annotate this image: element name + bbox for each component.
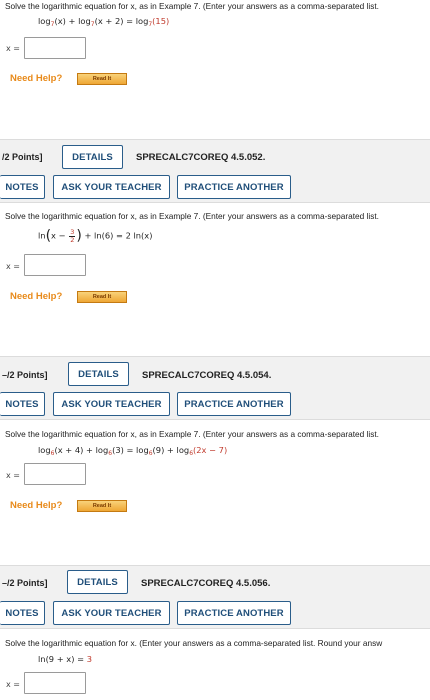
read-it-button[interactable]: Read It [77, 500, 127, 512]
need-help-label: Need Help? [10, 73, 63, 84]
details-button[interactable]: DETAILS [68, 362, 129, 386]
ask-your-teacher-button[interactable]: ASK YOUR TEACHER [53, 392, 170, 416]
question-code: SPRECALC7COREQ 4.5.052. [136, 152, 266, 163]
points-label: –/2 Points] [2, 578, 48, 588]
ask-your-teacher-button[interactable]: ASK YOUR TEACHER [53, 175, 170, 199]
notes-button[interactable]: NOTES [0, 175, 45, 199]
notes-button[interactable]: NOTES [0, 601, 45, 625]
answer-input[interactable] [24, 37, 86, 59]
details-button[interactable]: DETAILS [62, 145, 123, 169]
equation: ln(x − 3 2) + ln(6) = 2 ln(x) [38, 227, 153, 244]
question-instruction: Solve the logarithmic equation for x. (E… [5, 638, 383, 648]
ask-your-teacher-button[interactable]: ASK YOUR TEACHER [53, 601, 170, 625]
answer-input[interactable] [24, 672, 86, 694]
need-help-label: Need Help? [10, 500, 63, 511]
x-label: x = [6, 44, 20, 53]
x-label: x = [6, 471, 20, 480]
practice-another-button[interactable]: PRACTICE ANOTHER [177, 392, 291, 416]
question-code: SPRECALC7COREQ 4.5.056. [141, 578, 271, 589]
practice-another-button[interactable]: PRACTICE ANOTHER [177, 601, 291, 625]
equation: log6(x + 4) + log6(3) = log6(9) + log6(2… [38, 445, 228, 457]
question-instruction: Solve the logarithmic equation for x, as… [5, 1, 379, 11]
answer-input[interactable] [24, 463, 86, 485]
x-label: x = [6, 262, 20, 271]
points-label: –/2 Points] [2, 370, 48, 380]
practice-another-button[interactable]: PRACTICE ANOTHER [177, 175, 291, 199]
answer-input[interactable] [24, 254, 86, 276]
x-label: x = [6, 680, 20, 689]
notes-button[interactable]: NOTES [0, 392, 45, 416]
question-instruction: Solve the logarithmic equation for x, as… [5, 211, 379, 221]
question-instruction: Solve the logarithmic equation for x, as… [5, 429, 379, 439]
read-it-button[interactable]: Read It [77, 73, 127, 85]
read-it-button[interactable]: Read It [77, 291, 127, 303]
equation: log7(x) + log7(x + 2) = log7(15) [38, 16, 170, 28]
details-button[interactable]: DETAILS [67, 570, 128, 594]
equation: ln(9 + x) = 3 [38, 654, 92, 664]
need-help-label: Need Help? [10, 291, 63, 302]
points-label: /2 Points] [2, 152, 43, 162]
question-code: SPRECALC7COREQ 4.5.054. [142, 370, 272, 381]
